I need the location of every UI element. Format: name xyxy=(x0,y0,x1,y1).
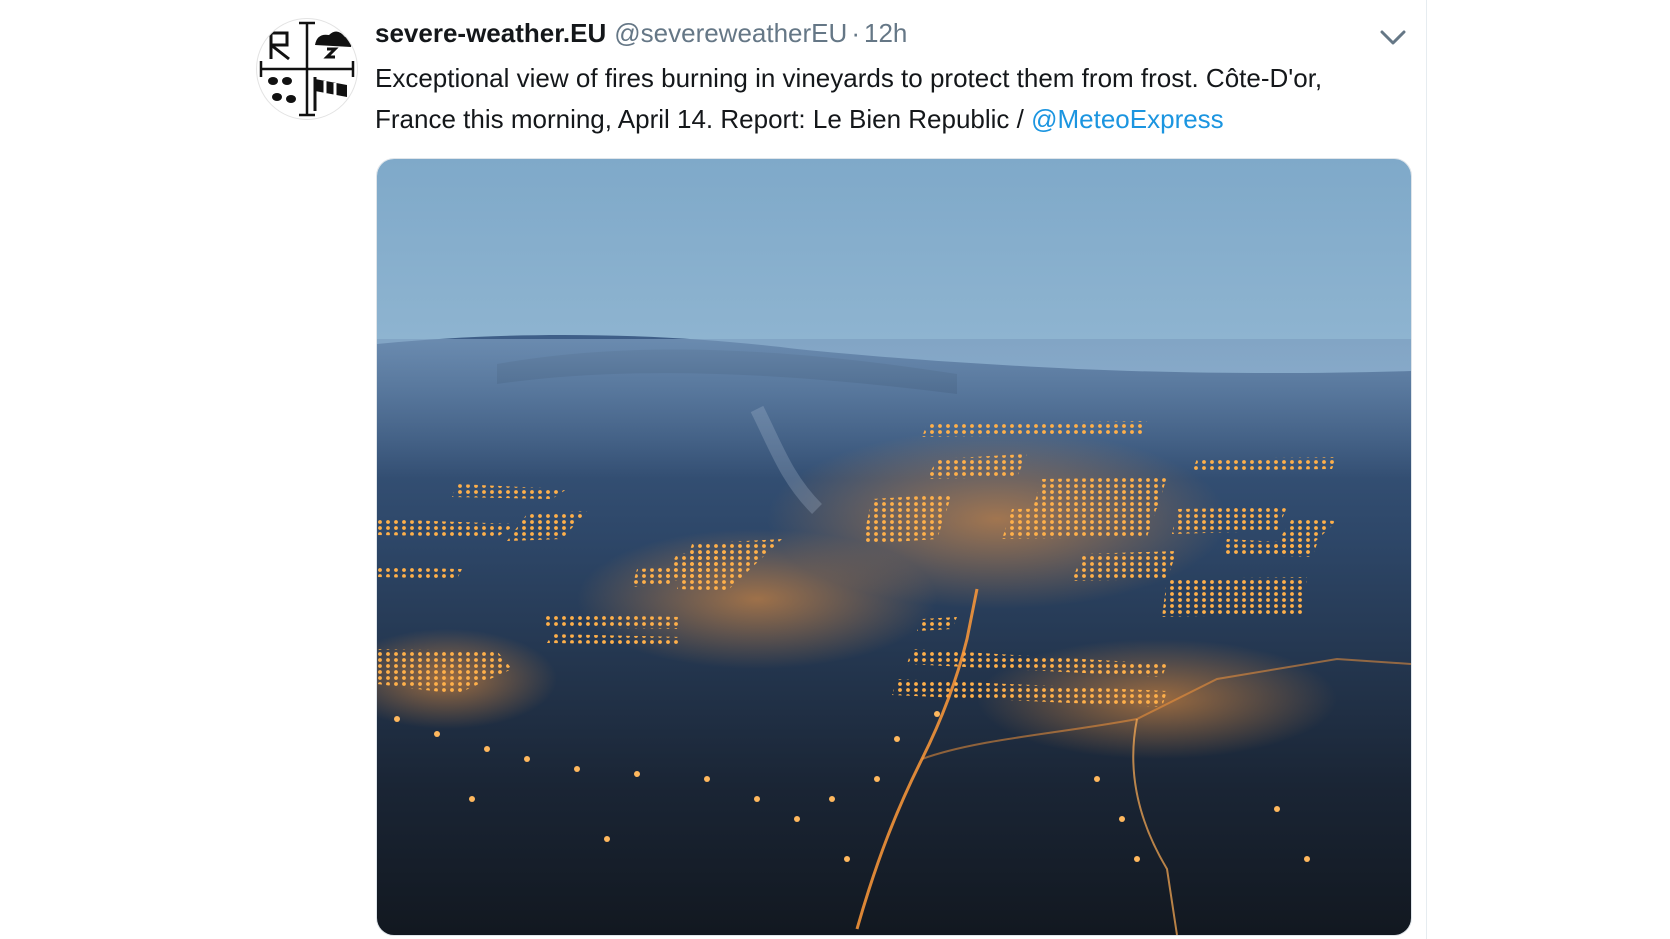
severe-weather-logo-icon xyxy=(259,21,355,117)
avatar[interactable] xyxy=(256,18,358,120)
timeline-divider xyxy=(1426,0,1427,939)
chevron-down-icon xyxy=(1380,30,1406,45)
mention-link[interactable]: @MeteoExpress xyxy=(1031,104,1224,134)
display-name[interactable]: severe-weather.EU xyxy=(375,18,606,48)
tweet-timestamp[interactable]: 12h xyxy=(864,18,907,48)
tweet-media[interactable] xyxy=(376,158,1412,936)
tweet-text: Exceptional view of fires burning in vin… xyxy=(375,58,1375,140)
vineyard-fires-photo xyxy=(377,159,1411,935)
tweet[interactable]: severe-weather.EU @severeweatherEU · 12h Ex… xyxy=(254,0,1424,939)
user-handle[interactable]: @severeweatherEU xyxy=(614,18,847,48)
tweet-header: severe-weather.EU @severeweatherEU · 12h xyxy=(375,18,907,54)
separator-dot: · xyxy=(851,18,860,48)
tweet-menu-button[interactable] xyxy=(1376,22,1410,52)
